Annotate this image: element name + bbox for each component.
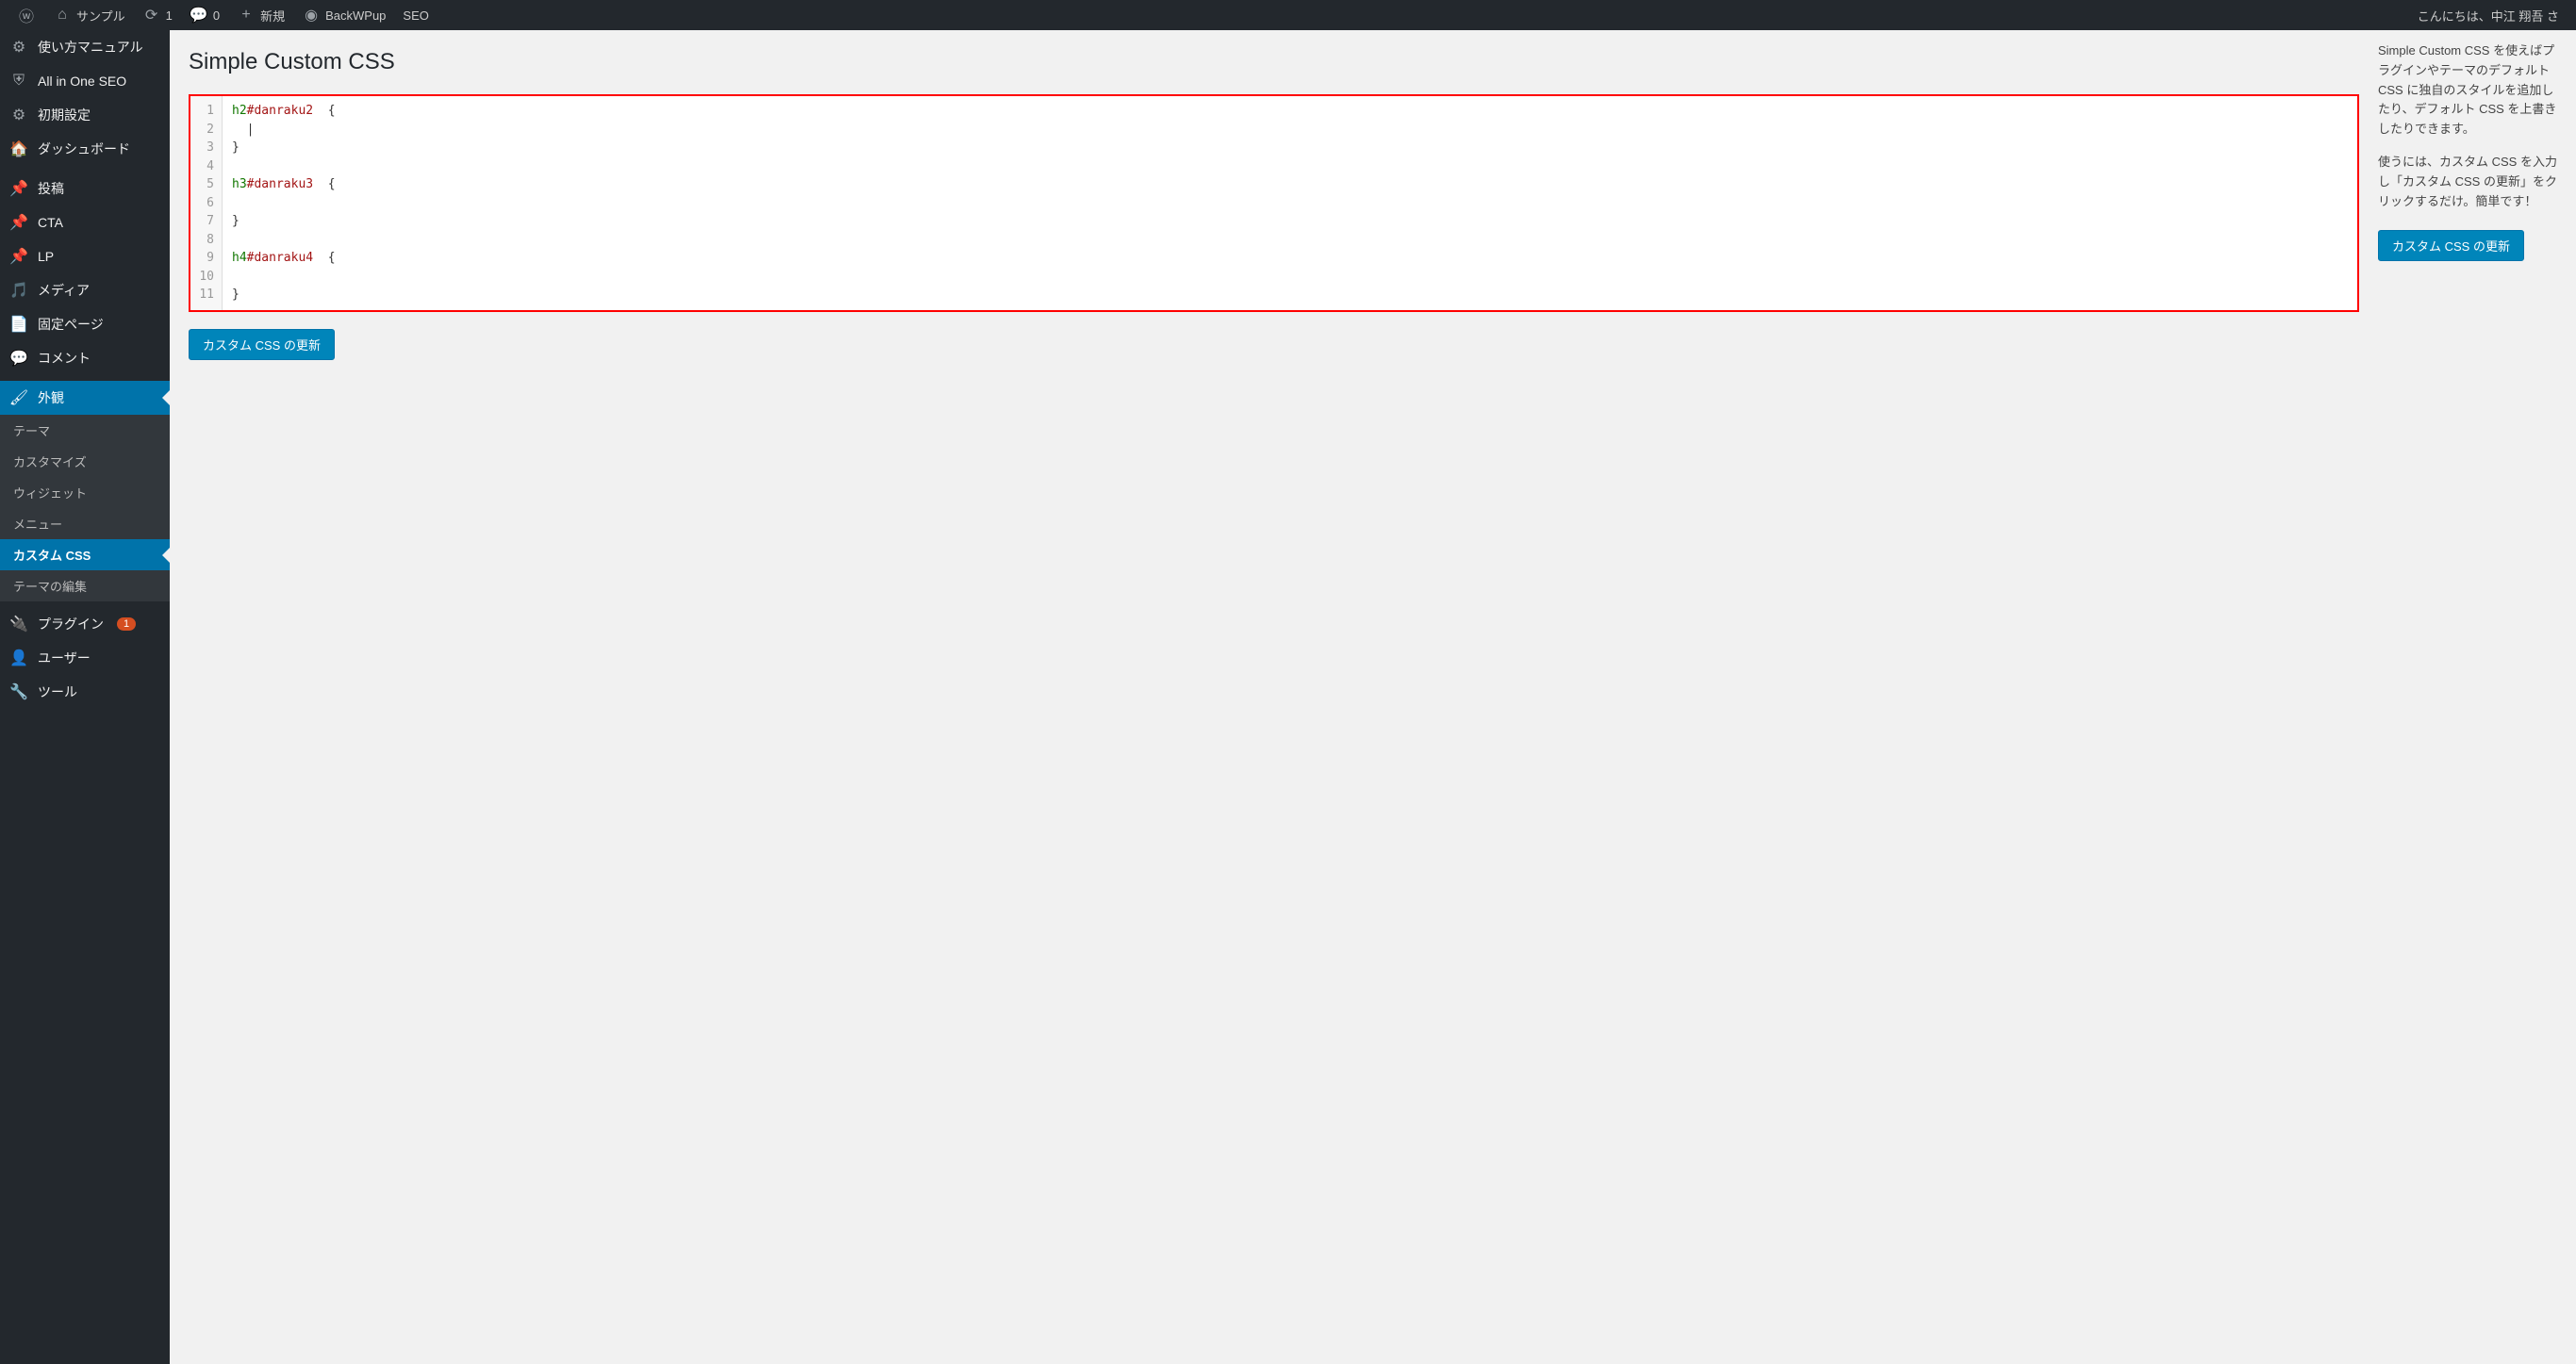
home-icon: ⌂ xyxy=(53,6,72,25)
pin-icon: 📌 xyxy=(9,213,28,232)
sidebar-item-tools[interactable]: 🔧 ツール xyxy=(0,675,170,709)
wordpress-icon: ⓦ xyxy=(17,6,36,25)
sidebar-item-lp[interactable]: 📌 LP xyxy=(0,239,170,273)
lp-label: LP xyxy=(38,249,54,264)
comments-link[interactable]: 💬0 xyxy=(182,0,227,30)
cta-label: CTA xyxy=(38,215,63,230)
pages-label: 固定ページ xyxy=(38,315,104,334)
sidebar-item-plugins[interactable]: 🔌 プラグイン 1 xyxy=(0,607,170,641)
plus-icon: + xyxy=(237,6,256,25)
sidebar-item-comments[interactable]: 💬 コメント xyxy=(0,341,170,375)
admin-sidebar: ⚙ 使い方マニュアル ⛨ All in One SEO ⚙ 初期設定 🏠 ダッシュボード… xyxy=(0,30,170,1364)
pin-icon: 📌 xyxy=(9,247,28,266)
initial-label: 初期設定 xyxy=(38,106,91,124)
comment-icon: 💬 xyxy=(9,349,28,368)
layout: ⚙ 使い方マニュアル ⛨ All in One SEO ⚙ 初期設定 🏠 ダッシュボード… xyxy=(0,30,2576,1364)
sidebar-item-posts[interactable]: 📌 投稿 xyxy=(0,172,170,205)
toolbar-left: ⓦ ⌂サンプル ⟳1 💬0 +新規 ◉BackWPup SEO xyxy=(9,0,2410,30)
shield-icon: ⛨ xyxy=(9,72,28,90)
plugin-icon: 🔌 xyxy=(9,615,28,633)
backwpup-label: BackWPup xyxy=(325,8,386,23)
updates-link[interactable]: ⟳1 xyxy=(135,0,180,30)
wrench-icon: 🔧 xyxy=(9,682,28,701)
greeting-text: こんにちは、中江 翔吾 さ xyxy=(2418,9,2559,24)
site-link[interactable]: ⌂サンプル xyxy=(45,0,133,30)
main-content: Simple Custom CSS 1234567891011 h2#danra… xyxy=(170,30,2576,1364)
sidebar-subitem-customize[interactable]: カスタマイズ xyxy=(0,446,170,477)
brush-icon: 🖌 xyxy=(9,388,28,407)
seo-label: SEO xyxy=(403,8,428,23)
sidebar-item-manual[interactable]: ⚙ 使い方マニュアル xyxy=(0,30,170,64)
new-link[interactable]: +新規 xyxy=(229,0,292,30)
plugins-label: プラグイン xyxy=(38,615,104,633)
info-paragraph-2: 使うには、カスタム CSS を入力し「カスタム CSS の更新」をクリックするだ… xyxy=(2378,153,2557,211)
customcss-label: カスタム CSS xyxy=(13,546,91,564)
comments-label: コメント xyxy=(38,349,91,368)
css-editor-box: 1234567891011 h2#danraku2 { |}h3#danraku… xyxy=(189,94,2359,312)
code-area[interactable]: h2#danraku2 { |}h3#danraku3 {}h4#danraku… xyxy=(223,96,2357,310)
sidebar-item-dashboard[interactable]: 🏠 ダッシュボード xyxy=(0,132,170,166)
page-title: Simple Custom CSS xyxy=(189,49,2359,75)
sidebar-item-users[interactable]: 👤 ユーザー xyxy=(0,641,170,675)
backwpup-link[interactable]: ◉ BackWPup xyxy=(294,0,393,30)
users-label: ユーザー xyxy=(38,649,91,667)
code-editor[interactable]: 1234567891011 h2#danraku2 { |}h3#danraku… xyxy=(190,96,2357,310)
gear-icon: ⚙ xyxy=(9,106,28,124)
seo-link[interactable]: SEO xyxy=(395,0,436,30)
line-gutter: 1234567891011 xyxy=(190,96,223,310)
appearance-label: 外観 xyxy=(38,388,64,407)
page-icon: 📄 xyxy=(9,315,28,334)
user-greeting[interactable]: こんにちは、中江 翔吾 さ xyxy=(2410,7,2567,25)
wordpress-logo[interactable]: ⓦ xyxy=(9,0,43,30)
comments-count: 0 xyxy=(213,8,220,23)
refresh-icon: ⟳ xyxy=(142,6,161,25)
dashboard-icon: 🏠 xyxy=(9,140,28,158)
media-label: メディア xyxy=(38,281,90,300)
themeedit-label: テーマの編集 xyxy=(13,577,87,595)
update-css-button-side[interactable]: カスタム CSS の更新 xyxy=(2378,230,2524,261)
admin-toolbar: ⓦ ⌂サンプル ⟳1 💬0 +新規 ◉BackWPup SEO こんにちは、中江… xyxy=(0,0,2576,30)
sidebar-subitem-theme[interactable]: テーマ xyxy=(0,415,170,446)
sidebar-item-cta[interactable]: 📌 CTA xyxy=(0,205,170,239)
new-label: 新規 xyxy=(260,7,285,25)
sidebar-item-aioseo[interactable]: ⛨ All in One SEO xyxy=(0,64,170,98)
widgets-label: ウィジェット xyxy=(13,484,87,501)
updates-count: 1 xyxy=(166,8,173,23)
aioseo-label: All in One SEO xyxy=(38,74,126,89)
sidebar-subitem-themeedit[interactable]: テーマの編集 xyxy=(0,570,170,601)
pin-icon: 📌 xyxy=(9,179,28,198)
sidebar-item-initial[interactable]: ⚙ 初期設定 xyxy=(0,98,170,132)
update-css-button[interactable]: カスタム CSS の更新 xyxy=(189,329,335,360)
sidebar-item-appearance[interactable]: 🖌 外観 xyxy=(0,381,170,415)
info-paragraph-1: Simple Custom CSS を使えばプラグインやテーマのデフォルト CS… xyxy=(2378,41,2557,140)
sidebar-subitem-customcss[interactable]: カスタム CSS xyxy=(0,539,170,570)
customize-label: カスタマイズ xyxy=(13,452,87,470)
user-icon: 👤 xyxy=(9,649,28,667)
gear-icon: ⚙ xyxy=(9,38,28,57)
site-name: サンプル xyxy=(76,7,125,25)
posts-label: 投稿 xyxy=(38,179,64,198)
content-right: Simple Custom CSS を使えばプラグインやテーマのデフォルト CS… xyxy=(2378,41,2557,1353)
backwpup-icon: ◉ xyxy=(302,6,321,25)
sidebar-item-pages[interactable]: 📄 固定ページ xyxy=(0,307,170,341)
comment-icon: 💬 xyxy=(190,6,208,25)
sidebar-subitem-menu[interactable]: メニュー xyxy=(0,508,170,539)
tools-label: ツール xyxy=(38,682,77,701)
theme-label: テーマ xyxy=(13,421,50,439)
content-left: Simple Custom CSS 1234567891011 h2#danra… xyxy=(189,41,2359,1353)
manual-label: 使い方マニュアル xyxy=(38,38,143,57)
media-icon: 🎵 xyxy=(9,281,28,300)
sidebar-item-media[interactable]: 🎵 メディア xyxy=(0,273,170,307)
plugins-badge: 1 xyxy=(117,617,136,631)
sidebar-subitem-widgets[interactable]: ウィジェット xyxy=(0,477,170,508)
menu-label: メニュー xyxy=(13,515,62,533)
dashboard-label: ダッシュボード xyxy=(38,140,130,158)
